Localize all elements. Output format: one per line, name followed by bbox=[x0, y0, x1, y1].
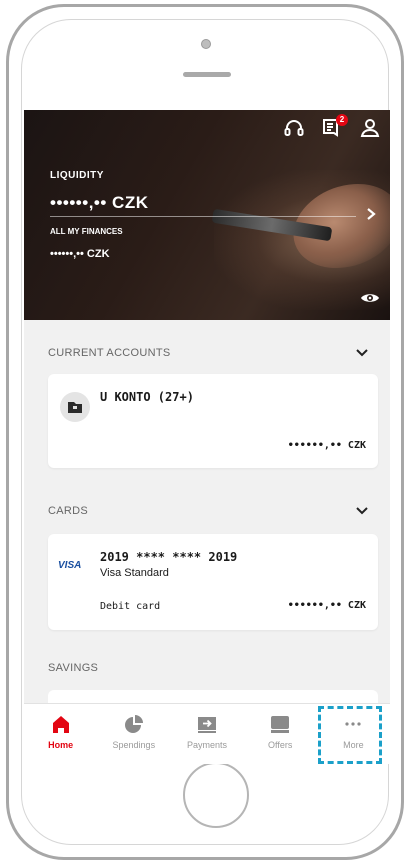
banner-divider bbox=[50, 216, 356, 217]
liquidity-amount: ••••••,•• CZK bbox=[50, 193, 149, 212]
account-name: U KONTO (27+) bbox=[100, 390, 194, 404]
chevron-down-icon bbox=[356, 507, 368, 515]
section-title: CARDS bbox=[48, 505, 89, 517]
account-card[interactable]: U KONTO (27+) ••••••,•• CZK bbox=[48, 374, 378, 468]
card-type: Visa Standard bbox=[100, 567, 169, 579]
account-balance: ••••••,•• CZK bbox=[287, 440, 366, 451]
messages-icon[interactable]: 2 bbox=[320, 114, 348, 140]
speaker-grille bbox=[183, 72, 231, 77]
eye-icon[interactable] bbox=[360, 290, 380, 304]
notification-badge: 2 bbox=[336, 114, 348, 126]
pie-chart-icon bbox=[124, 715, 143, 733]
nav-spendings[interactable]: Spendings bbox=[97, 704, 170, 764]
card-balance: ••••••,•• CZK bbox=[287, 600, 366, 611]
visa-logo: VISA bbox=[58, 560, 82, 571]
section-title: CURRENT ACCOUNTS bbox=[48, 347, 171, 359]
wallet-icon bbox=[60, 392, 90, 422]
headset-icon[interactable] bbox=[282, 116, 306, 140]
front-camera bbox=[201, 39, 211, 49]
nav-label: Home bbox=[48, 740, 74, 750]
chevron-right-icon[interactable] bbox=[364, 206, 378, 220]
all-finances-amount: ••••••,•• CZK bbox=[50, 248, 110, 260]
more-highlight-box bbox=[318, 706, 382, 764]
offers-icon bbox=[271, 716, 290, 733]
payments-icon bbox=[198, 717, 216, 733]
nav-offers[interactable]: Offers bbox=[244, 704, 317, 764]
phone-home-button[interactable] bbox=[183, 762, 249, 828]
nav-label: Offers bbox=[268, 740, 293, 750]
nav-payments[interactable]: Payments bbox=[170, 704, 243, 764]
nav-label: Payments bbox=[186, 740, 228, 750]
card-number: 2019 **** **** 2019 bbox=[100, 550, 238, 564]
profile-icon[interactable] bbox=[358, 116, 382, 140]
card-kind: Debit card bbox=[100, 601, 161, 612]
nav-label: Spendings bbox=[112, 740, 156, 750]
all-finances-label: ALL MY FINANCES bbox=[50, 227, 123, 236]
finance-overview-banner: 2 LIQUIDITY ••••••,•• CZK ALL MY FINANCE… bbox=[24, 110, 390, 320]
savings-header[interactable]: SAVINGS bbox=[48, 658, 368, 678]
chevron-down-icon bbox=[356, 349, 368, 357]
header-actions: 2 bbox=[282, 114, 382, 140]
nav-home[interactable]: Home bbox=[24, 704, 97, 764]
current-accounts-header[interactable]: CURRENT ACCOUNTS bbox=[48, 343, 368, 363]
section-title: SAVINGS bbox=[48, 662, 99, 674]
app-screen: 2 LIQUIDITY ••••••,•• CZK ALL MY FINANCE… bbox=[24, 110, 390, 764]
payment-card[interactable]: VISA 2019 **** **** 2019 Visa Standard D… bbox=[48, 534, 378, 630]
home-icon bbox=[52, 716, 69, 733]
cards-header[interactable]: CARDS bbox=[48, 501, 368, 521]
liquidity-label: LIQUIDITY bbox=[50, 170, 104, 181]
